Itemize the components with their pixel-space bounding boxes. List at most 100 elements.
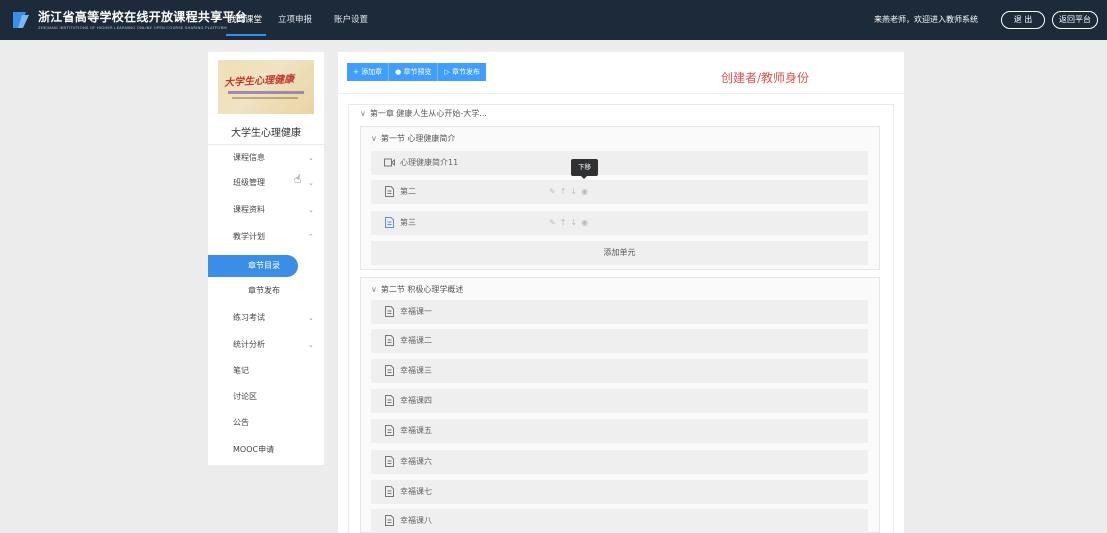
chevron-down-icon: ⌄ (308, 206, 314, 214)
unit-actions: ✎ ↑ ↓ ◉ (549, 180, 592, 204)
menu-label: 课程信息 (233, 153, 265, 162)
logout-button[interactable]: 退 出 (1001, 11, 1045, 29)
nav-active-indicator (226, 34, 266, 36)
unit-name: 第二 (400, 187, 416, 196)
move-up-icon[interactable]: ↑ (560, 187, 567, 196)
move-up-icon[interactable]: ↑ (560, 218, 567, 227)
course-name: 大学生心理健康 (231, 128, 301, 139)
menu-announcement[interactable]: 公告 (208, 412, 324, 434)
edit-icon[interactable]: ✎ (549, 218, 556, 227)
sidebar-divider (208, 144, 324, 145)
video-icon (384, 158, 395, 167)
unit-row[interactable]: 第二 ✎ ↑ ↓ ◉ (371, 180, 868, 204)
add-chapter-button[interactable]: + 添加章 (347, 63, 390, 81)
chapter-publish-button[interactable]: ▷ 章节发布 (438, 63, 487, 81)
platform-subtitle: ZHEJIANG INSTITUTIONS OF HIGHER LEARNING… (38, 25, 227, 30)
return-platform-button[interactable]: 返回平台 (1052, 11, 1098, 29)
document-icon (385, 365, 394, 376)
section-title[interactable]: ∨ 第一节 心理健康简介 (371, 133, 455, 144)
menu-class-management[interactable]: 班级管理 ⌄ (208, 172, 324, 194)
nav-project-application[interactable]: 立项申报 (278, 13, 312, 25)
unit-row[interactable]: 心理健康简介11 (371, 151, 868, 175)
menu-label: 公告 (233, 418, 249, 427)
unit-name: 幸福课五 (400, 426, 432, 435)
move-down-icon[interactable]: ↓ (570, 218, 577, 227)
chevron-down-icon: ⌄ (308, 314, 314, 322)
visibility-icon[interactable]: ◉ (581, 218, 588, 227)
move-down-tooltip: 下移 (571, 159, 598, 179)
menu-label: 课程资料 (233, 205, 265, 214)
document-icon (385, 335, 394, 346)
document-icon (385, 395, 394, 406)
document-icon (385, 186, 394, 197)
menu-notes[interactable]: 笔记 (208, 360, 324, 382)
menu-statistics[interactable]: 统计分析 ⌄ (208, 334, 324, 356)
chevron-down-icon: ∨ (360, 109, 366, 118)
unit-name: 幸福课八 (400, 516, 432, 525)
nav-account-settings[interactable]: 账户设置 (334, 13, 368, 25)
menu-mooc-apply[interactable]: MOOC申请 (208, 439, 324, 461)
hand-cursor-icon: ☝ (294, 172, 302, 186)
unit-row[interactable]: 幸福课八 (371, 509, 868, 533)
unit-name: 第三 (400, 218, 416, 227)
chapter-title[interactable]: ∨ 第一章 健康人生从心开始-大学... (360, 108, 487, 119)
chevron-down-icon: ⌄ (308, 154, 314, 162)
edit-icon[interactable]: ✎ (549, 187, 556, 196)
menu-label: 教学计划 (233, 232, 265, 241)
platform-logo-icon (13, 12, 29, 28)
document-icon (385, 217, 394, 228)
unit-row[interactable]: 幸福课四 (371, 389, 868, 413)
unit-row[interactable]: 幸福课五 (371, 419, 868, 443)
unit-row[interactable]: 幸福课七 (371, 480, 868, 504)
document-icon (385, 456, 394, 467)
chevron-down-icon: ⌄ (308, 179, 314, 187)
unit-row[interactable]: 第三 ✎ ↑ ↓ ◉ (371, 211, 868, 235)
menu-label: 统计分析 (233, 340, 265, 349)
document-icon (385, 425, 394, 436)
section-title-text: 第一节 心理健康简介 (380, 134, 456, 143)
menu-teaching-plan[interactable]: 教学计划 ⌃ (208, 226, 324, 248)
add-unit-button[interactable]: 添加单元 (371, 241, 868, 265)
top-navbar: 浙江省高等学校在线开放课程共享平台 ZHEJIANG INSTITUTIONS … (0, 0, 1107, 40)
submenu-chapter-publish[interactable]: 章节发布 (208, 280, 324, 302)
platform-title: 浙江省高等学校在线开放课程共享平台 (38, 10, 248, 24)
preview-label: 章节预览 (403, 68, 432, 76)
unit-name: 幸福课二 (400, 336, 432, 345)
unit-name: 幸福课三 (400, 366, 432, 375)
submenu-label: 章节发布 (248, 286, 280, 295)
unit-name: 幸福课四 (400, 396, 432, 405)
chevron-down-icon: ∨ (371, 285, 377, 294)
menu-label: 笔记 (233, 366, 249, 375)
chevron-down-icon: ⌄ (308, 341, 314, 349)
menu-discussion[interactable]: 讨论区 (208, 386, 324, 408)
publish-label: 章节发布 (452, 68, 481, 76)
menu-course-info[interactable]: 课程信息 ⌄ (208, 147, 324, 169)
section-title[interactable]: ∨ 第二节 积极心理学概述 (371, 284, 463, 295)
document-icon (385, 306, 394, 317)
unit-actions: ✎ ↑ ↓ ◉ (549, 211, 592, 235)
role-annotation: 创建者/教师身份 (721, 71, 810, 85)
unit-row[interactable]: 幸福课二 (371, 329, 868, 353)
menu-label: 讨论区 (233, 392, 257, 401)
toolbar-button-group: + 添加章 ● 章节预览 ▷ 章节发布 (347, 63, 487, 81)
unit-row[interactable]: 幸福课三 (371, 359, 868, 383)
visibility-icon[interactable]: ◉ (581, 187, 588, 196)
move-down-icon[interactable]: ↓ (570, 187, 577, 196)
document-icon (385, 486, 394, 497)
chapter-title-text: 第一章 健康人生从心开始-大学... (369, 109, 487, 118)
course-cover-image: 大学生心理健康 (218, 60, 314, 114)
unit-row[interactable]: 幸福课一 (371, 300, 868, 324)
chevron-up-icon: ⌃ (308, 233, 314, 241)
chapter-editor-panel: + 添加章 ● 章节预览 ▷ 章节发布 创建者/教师身份 ∨ 第一章 健康人生从心… (338, 52, 904, 533)
submenu-label: 章节目录 (248, 261, 280, 270)
menu-practice-exam[interactable]: 练习考试 ⌄ (208, 307, 324, 329)
document-icon (385, 515, 394, 526)
unit-name: 幸福课七 (400, 487, 432, 496)
menu-label: 练习考试 (233, 313, 265, 322)
menu-course-materials[interactable]: 课程资料 ⌄ (208, 199, 324, 221)
menu-label: MOOC申请 (233, 445, 275, 454)
submenu-chapter-directory[interactable]: 章节目录 (208, 255, 298, 277)
unit-row[interactable]: 幸福课六 (371, 450, 868, 474)
chapter-preview-button[interactable]: ● 章节预览 (389, 63, 439, 81)
nav-my-classroom[interactable]: 我的课堂 (228, 13, 262, 25)
